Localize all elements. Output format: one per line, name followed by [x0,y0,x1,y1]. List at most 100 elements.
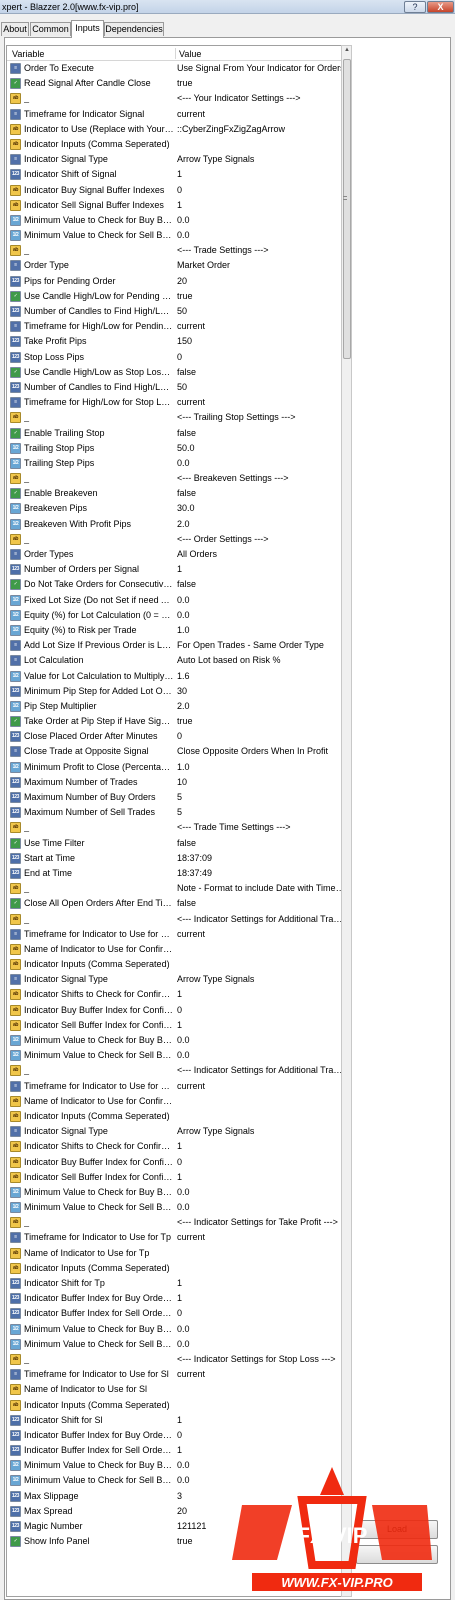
input-value-field[interactable]: current [177,321,345,331]
input-row[interactable]: ab _ <--- Trade Settings ---> [7,243,345,258]
input-row[interactable]: 123 Indicator Buffer Index for Sell Order… [7,1306,345,1321]
input-value-field[interactable]: 50.0 [177,443,345,453]
input-value-field[interactable]: <--- Breakeven Settings ---> [177,473,345,483]
input-row[interactable]: 1/2 Trailing Step Pips 0.0 [7,456,345,471]
input-value-field[interactable]: 2.0 [177,701,345,711]
input-row[interactable]: ab _ <--- Indicator Settings for Stop Loss… [7,1352,345,1367]
input-row[interactable]: ab Name of Indicator to Use for Confirmat… [7,942,345,957]
column-header-value[interactable]: Value [179,49,201,59]
tab-about[interactable]: About [1,22,29,36]
input-row[interactable]: ab _ <--- Order Settings ---> [7,532,345,547]
input-value-field[interactable]: 0.0 [177,1339,345,1349]
input-row[interactable]: ≡ Indicator Signal Type Arrow Type Signals [7,152,345,167]
input-value-field[interactable]: true [177,291,345,301]
input-value-field[interactable]: <--- Indicator Settings for Additional T… [177,914,345,924]
input-value-field[interactable]: 1 [177,1020,345,1030]
input-row[interactable]: 1/2 Equity (%) for Lot Calculation (0 = C… [7,608,345,623]
input-row[interactable]: ab _ <--- Breakeven Settings ---> [7,471,345,486]
input-value-field[interactable]: 5 [177,792,345,802]
input-value-field[interactable]: 5 [177,807,345,817]
column-header-variable[interactable]: Variable [12,49,44,59]
input-value-field[interactable]: 50 [177,382,345,392]
input-row[interactable]: 123 Number of Candles to Find High/Low f.… [7,304,345,319]
input-row[interactable]: 123 Indicator Buffer Index for Buy Order … [7,1428,345,1443]
help-button[interactable]: ? [404,1,426,13]
input-value-field[interactable]: 30 [177,686,345,696]
input-row[interactable]: ab Indicator Inputs (Comma Seperated) [7,137,345,152]
input-row[interactable]: 1/2 Pip Step Multiplier 2.0 [7,699,345,714]
input-row[interactable]: ≡ Order To Execute Use Signal From Your In… [7,61,345,76]
input-row[interactable]: 1/2 Minimum Value to Check for Buy Buffer… [7,1185,345,1200]
input-row[interactable]: 123 Number of Orders per Signal 1 [7,562,345,577]
input-value-field[interactable]: 0.0 [177,610,345,620]
input-row[interactable]: 123 Stop Loss Pips 0 [7,350,345,365]
input-row[interactable]: ab Indicator Inputs (Comma Seperated) [7,1261,345,1276]
input-row[interactable]: ab _ <--- Trade Time Settings ---> [7,820,345,835]
input-row[interactable]: 1/2 Minimum Value to Check for Buy Buffer… [7,1322,345,1337]
input-row[interactable]: 123 Maximum Number of Trades 10 [7,775,345,790]
input-value-field[interactable]: current [177,397,345,407]
input-row[interactable]: ✓ Read Signal After Candle Close true [7,76,345,91]
input-value-field[interactable]: 30.0 [177,503,345,513]
input-value-field[interactable]: 18:37:49 [177,868,345,878]
input-value-field[interactable]: Arrow Type Signals [177,154,345,164]
input-value-field[interactable]: <--- Your Indicator Settings ---> [177,93,345,103]
input-row[interactable]: 1/2 Minimum Value to Check for Sell Buffe… [7,1337,345,1352]
input-value-field[interactable]: Use Signal From Your Indicator for Order… [177,63,345,73]
input-row[interactable]: ≡ Indicator Signal Type Arrow Type Signals [7,1124,345,1139]
input-row[interactable]: ≡ Order Type Market Order [7,258,345,273]
input-row[interactable]: ab Indicator Inputs (Comma Seperated) [7,1109,345,1124]
input-row[interactable]: ab Indicator Buy Buffer Index for Confirm… [7,1003,345,1018]
input-row[interactable]: ≡ Close Trade at Opposite Signal Close Opp… [7,744,345,759]
input-value-field[interactable]: false [177,838,345,848]
input-row[interactable]: 1/2 Minimum Profit to Close (Percentage o… [7,760,345,775]
input-value-field[interactable]: 1 [177,1172,345,1182]
input-row[interactable]: ab _ Note - Format to include Date with Ti… [7,881,345,896]
input-row[interactable]: 1/2 Trailing Stop Pips 50.0 [7,441,345,456]
input-value-field[interactable]: current [177,1081,345,1091]
input-value-field[interactable]: 50 [177,306,345,316]
tab-inputs[interactable]: Inputs [71,20,104,38]
input-row[interactable]: ≡ Timeframe for High/Low for Pending O...… [7,319,345,334]
input-value-field[interactable]: 0.0 [177,215,345,225]
input-value-field[interactable]: 1 [177,564,345,574]
scroll-up-arrow-icon[interactable]: ▲ [343,47,351,56]
input-value-field[interactable]: <--- Indicator Settings for Stop Loss --… [177,1354,345,1364]
input-row[interactable]: ab Indicator Inputs (Comma Seperated) [7,1398,345,1413]
input-value-field[interactable]: false [177,579,345,589]
input-row[interactable]: ab Indicator Shifts to Check for Confirma… [7,1139,345,1154]
input-row[interactable]: ✓ Use Candle High/Low as Stop Loss (S... f… [7,365,345,380]
input-row[interactable]: 123 Pips for Pending Order 20 [7,274,345,289]
input-row[interactable]: ✓ Use Candle High/Low for Pending Order tr… [7,289,345,304]
input-row[interactable]: 123 Indicator Buffer Index for Sell Order… [7,1443,345,1458]
input-row[interactable]: ab Name of Indicator to Use for Confirmat… [7,1094,345,1109]
input-value-field[interactable]: current [177,109,345,119]
tab-common[interactable]: Common [30,22,71,36]
tab-dependencies[interactable]: Dependencies [104,22,164,36]
input-value-field[interactable]: 1 [177,1415,345,1425]
input-row[interactable]: 1/2 Value for Lot Calculation to Multiply… [7,669,345,684]
input-value-field[interactable]: 0.0 [177,230,345,240]
input-row[interactable]: ab Indicator Inputs (Comma Seperated) [7,957,345,972]
input-row[interactable]: 1/2 Minimum Value to Check for Sell Buffe… [7,228,345,243]
input-value-field[interactable]: true [177,78,345,88]
input-value-field[interactable]: <--- Trade Time Settings ---> [177,822,345,832]
input-value-field[interactable]: ::CyberZingFxZigZagArrow [177,124,345,134]
close-button[interactable]: X [427,1,454,13]
input-row[interactable]: ab _ <--- Indicator Settings for Additiona… [7,1063,345,1078]
input-row[interactable]: 1/2 Minimum Value to Check for Sell Buffe… [7,1200,345,1215]
input-value-field[interactable]: 1 [177,1278,345,1288]
input-value-field[interactable]: current [177,929,345,939]
vertical-scrollbar[interactable]: ▲ [341,45,352,1597]
input-value-field[interactable]: 2.0 [177,519,345,529]
input-row[interactable]: ab _ <--- Trailing Stop Settings ---> [7,410,345,425]
input-row[interactable]: 123 Number of Candles to Find High/Low f.… [7,380,345,395]
input-value-field[interactable]: 1 [177,989,345,999]
input-row[interactable]: ab _ <--- Your Indicator Settings ---> [7,91,345,106]
input-value-field[interactable]: current [177,1232,345,1242]
input-row[interactable]: ab Indicator Sell Buffer Index for Confir… [7,1170,345,1185]
input-row[interactable]: ✓ Close All Open Orders After End Time fal… [7,896,345,911]
input-value-field[interactable]: <--- Trade Settings ---> [177,245,345,255]
input-row[interactable]: 1/2 Minimum Value to Check for Buy Buffer… [7,1033,345,1048]
input-row[interactable]: ≡ Indicator Signal Type Arrow Type Signals [7,972,345,987]
